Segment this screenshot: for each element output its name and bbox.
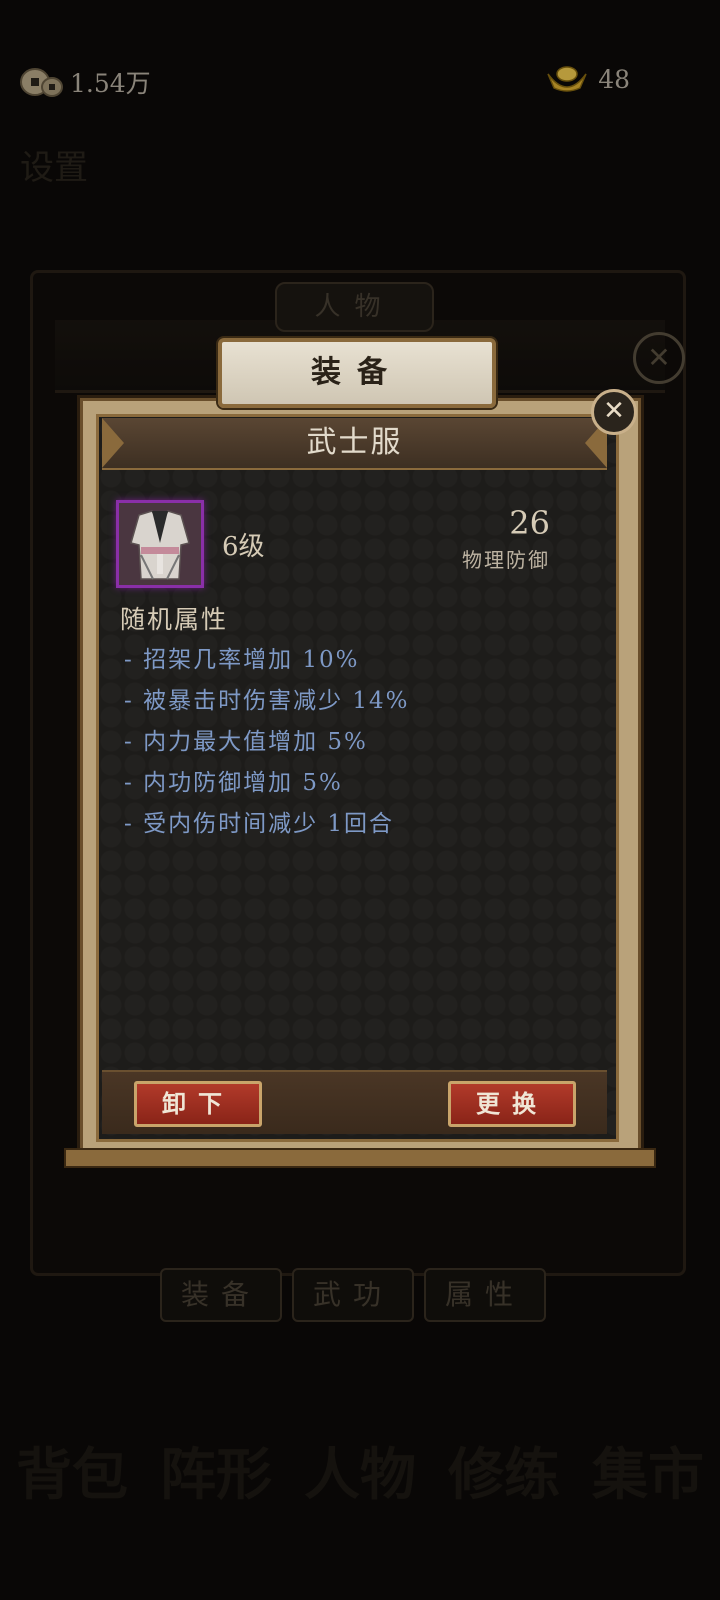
item-level: 6级	[222, 532, 265, 562]
replace-button[interactable]: 更换	[448, 1081, 576, 1127]
attribute-item: - 招架几率增加 10%	[124, 647, 360, 673]
random-attributes-list: - 招架几率增加 10% - 被暴击时伤害减少 14% - 内力最大值增加 5%…	[124, 640, 410, 845]
samurai-robe-icon	[119, 503, 201, 585]
stat-label: 物理防御	[462, 548, 550, 572]
unequip-button[interactable]: 卸下	[134, 1081, 262, 1127]
modal-header-tab: 装备	[218, 338, 496, 408]
attribute-item: - 受内伤时间减少 1回合	[124, 811, 395, 837]
item-detail-ledge	[64, 1148, 656, 1168]
close-icon[interactable]: ✕	[591, 389, 637, 435]
attribute-item: - 内力最大值增加 5%	[124, 729, 368, 755]
item-icon-slot	[116, 500, 204, 588]
modal-header-title: 装备	[311, 355, 403, 390]
item-name-bar: 武士服	[102, 418, 607, 470]
stat-value: 26	[509, 504, 550, 542]
attribute-item: - 内功防御增加 5%	[124, 770, 343, 796]
item-name: 武士服	[306, 425, 403, 460]
attribute-item: - 被暴击时伤害减少 14%	[124, 688, 410, 714]
random-attributes-title: 随机属性	[120, 605, 229, 634]
